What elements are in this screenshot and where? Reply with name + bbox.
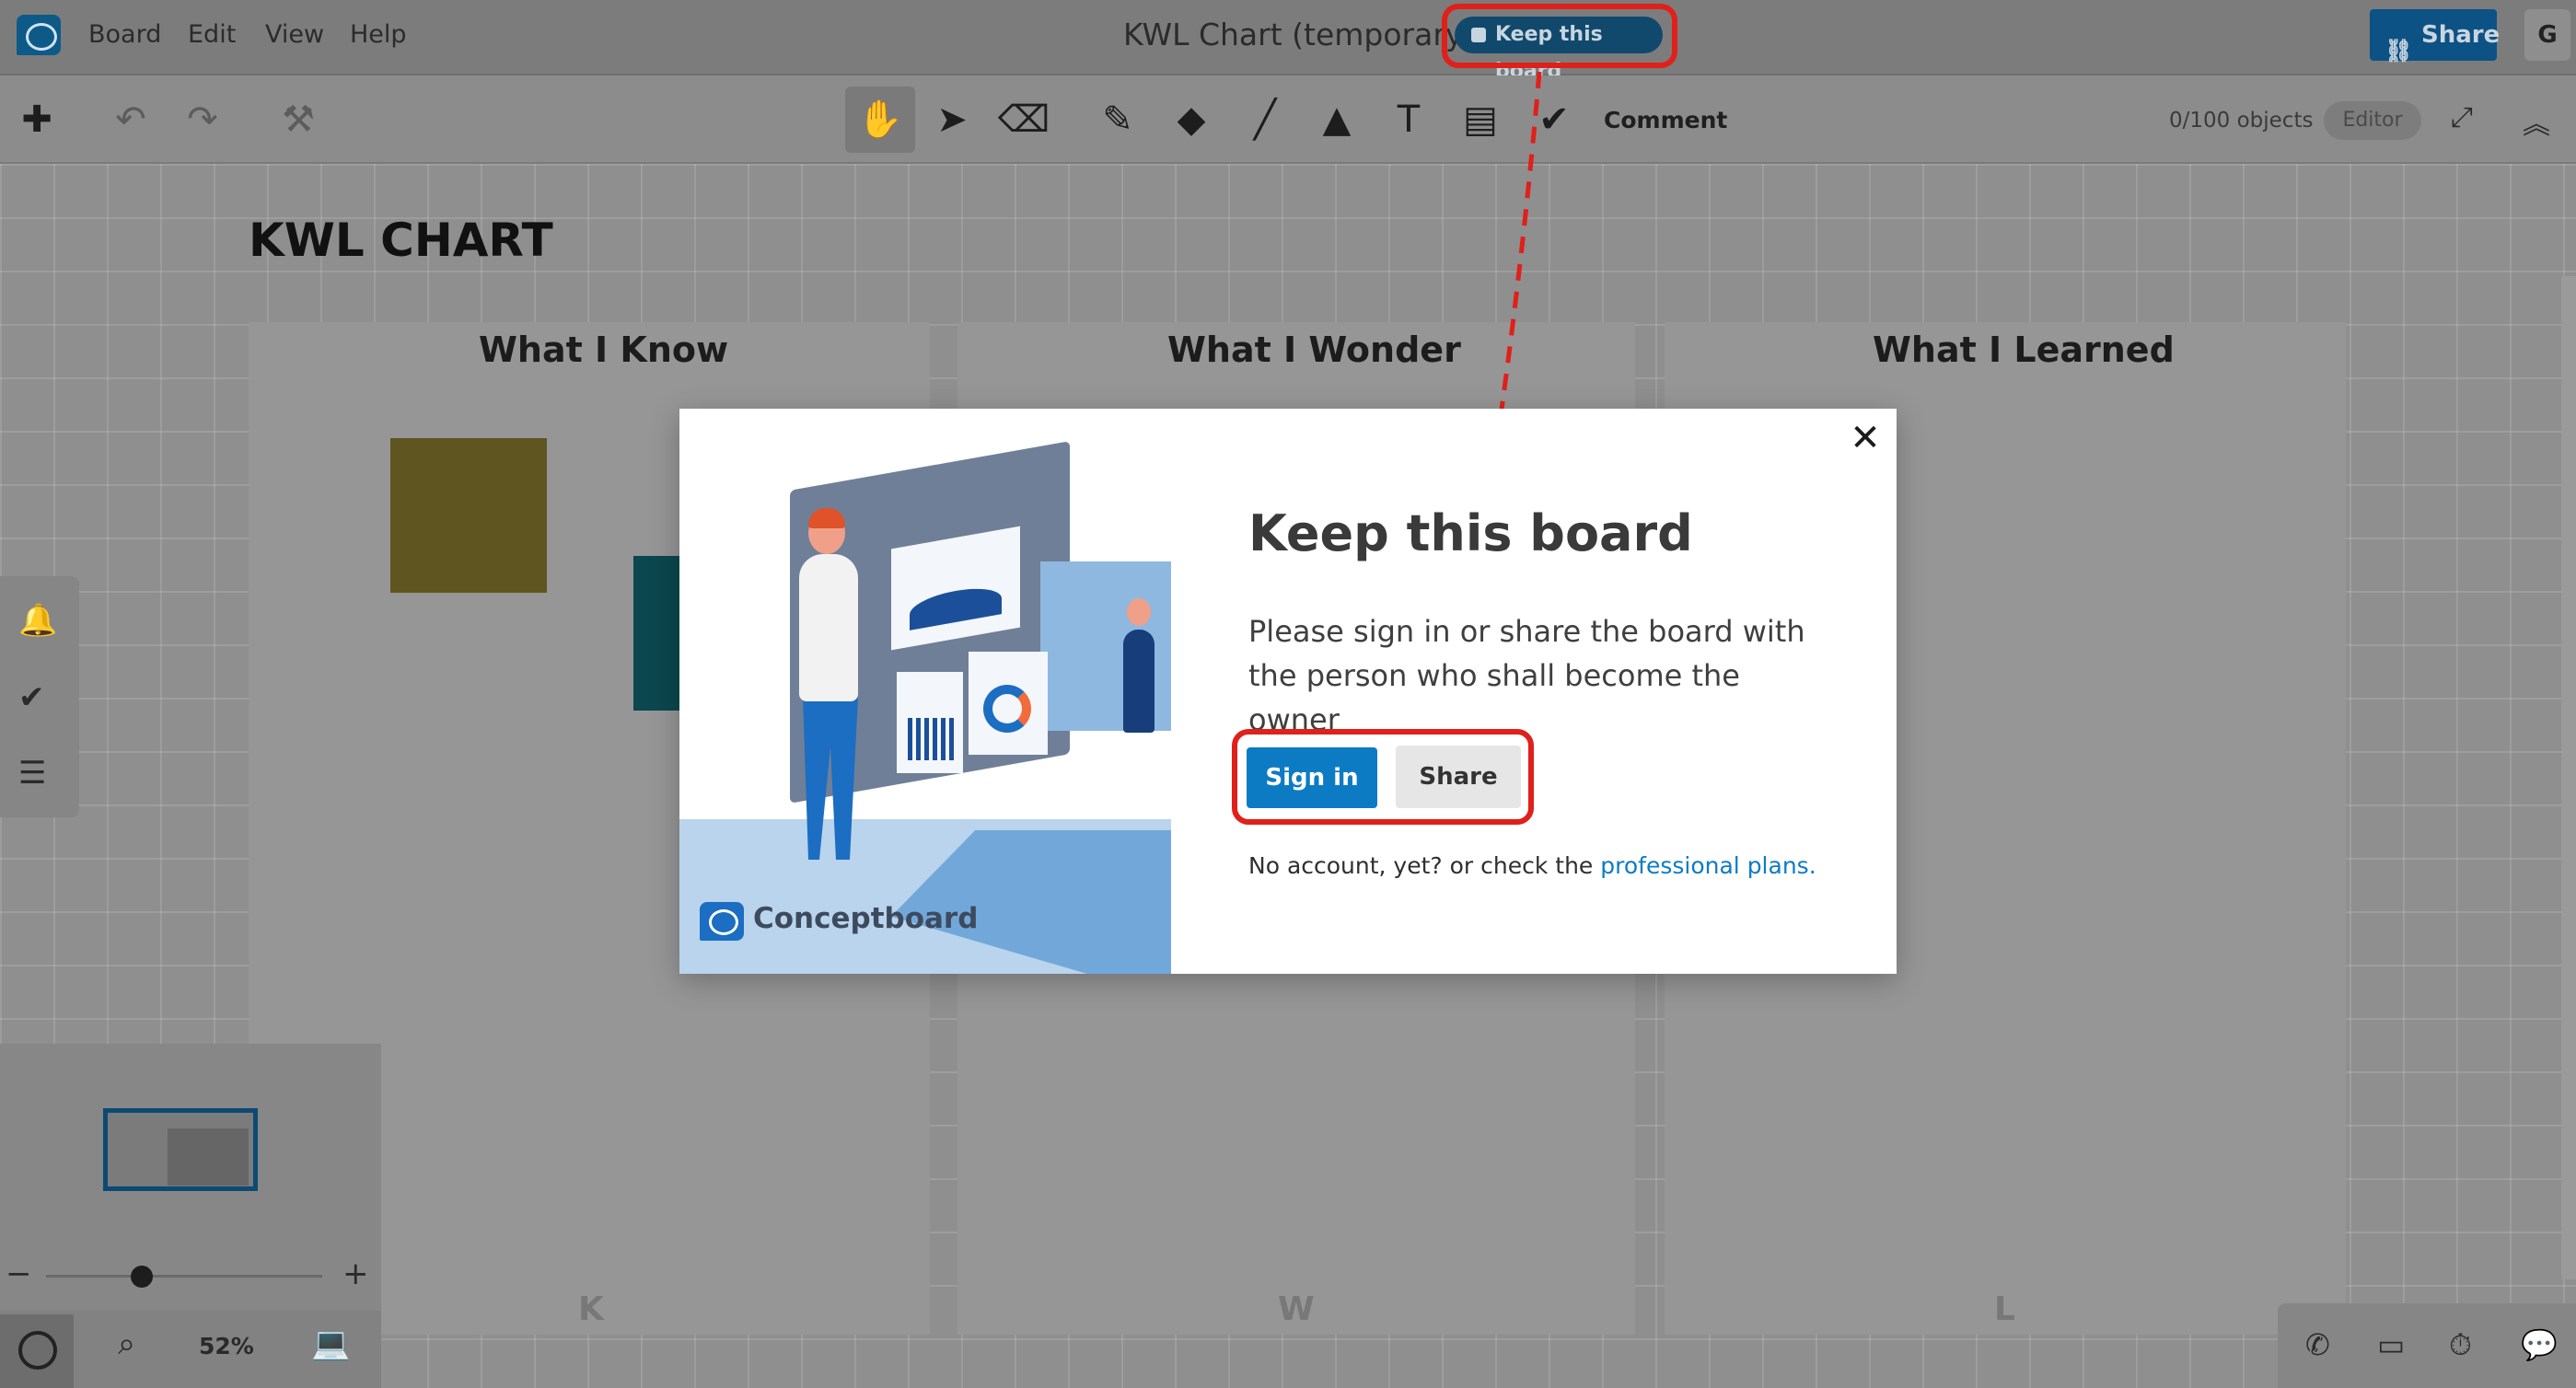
presentation-device-icon[interactable]: 💻 xyxy=(311,1325,350,1362)
zoom-slider-track[interactable] xyxy=(46,1275,322,1278)
format-painter-icon[interactable]: ⚒ xyxy=(263,87,333,153)
zoom-in-small-icon[interactable]: + xyxy=(342,1255,369,1292)
dialog-footer: No account, yet? or check the profession… xyxy=(1248,852,1816,879)
zoom-level[interactable]: 52% xyxy=(199,1333,254,1359)
board-title-text: KWL CHART xyxy=(249,214,553,267)
sticky-note-icon[interactable]: ▤ xyxy=(1445,87,1515,153)
highlighter-icon[interactable]: ◆ xyxy=(1156,87,1226,153)
list-icon[interactable]: ☰ xyxy=(18,755,46,792)
minimap-board-preview xyxy=(168,1128,249,1186)
zoom-out-icon[interactable]: − xyxy=(6,1255,32,1292)
share-label: Share xyxy=(2421,21,2501,49)
highlight-box-keep xyxy=(1442,4,1677,68)
column-footer-w: W xyxy=(1278,1290,1315,1328)
add-icon[interactable]: ✚ xyxy=(2,87,72,153)
redo-icon[interactable]: ↷ xyxy=(168,87,238,153)
illustration-bar-chart xyxy=(908,718,954,760)
professional-plans-link[interactable]: professional plans. xyxy=(1600,852,1816,879)
board-name[interactable]: KWL Chart (temporary) xyxy=(1123,17,1475,52)
pen-icon[interactable]: ✎ xyxy=(1083,87,1153,153)
brand-logo-text: Conceptboard xyxy=(753,902,979,935)
close-icon[interactable]: ✕ xyxy=(1847,420,1884,457)
comment-icon[interactable]: ✔ xyxy=(1519,87,1589,153)
column-heading-wonder: What I Wonder xyxy=(1167,330,1461,370)
chat-icon[interactable]: 💬 xyxy=(2521,1327,2558,1362)
presentation-icon[interactable]: ▭ xyxy=(2377,1327,2405,1362)
dialog-message: Please sign in or share the board with t… xyxy=(1248,614,1805,737)
text-icon[interactable]: T xyxy=(1374,87,1444,153)
footer-text: No account, yet? or check the xyxy=(1248,852,1601,879)
menu-view[interactable]: View xyxy=(265,20,324,49)
link-icon: ⛓ xyxy=(2385,38,2413,64)
phone-icon[interactable]: ✆ xyxy=(2305,1327,2330,1362)
menu-board[interactable]: Board xyxy=(88,20,161,49)
bell-icon[interactable]: 🔔 xyxy=(18,602,57,639)
share-button[interactable]: ⛓ Share xyxy=(2370,9,2501,64)
undo-icon[interactable]: ↶ xyxy=(96,87,166,153)
conceptboard-brand-icon xyxy=(700,902,744,941)
eraser-icon[interactable]: ⌫ xyxy=(989,87,1059,153)
sticky-note-yellow[interactable] xyxy=(390,438,547,593)
dialog-illustration: Conceptboard xyxy=(679,409,1171,974)
illustration-woman xyxy=(1123,630,1155,733)
column-footer-l: L xyxy=(1994,1290,2015,1328)
zoom-slider-thumb[interactable] xyxy=(131,1266,153,1288)
zoom-magnifier-icon[interactable]: ⌕ xyxy=(118,1325,135,1362)
timer-icon[interactable]: ⏱ xyxy=(2449,1327,2472,1363)
column-heading-know: What I Know xyxy=(479,330,729,370)
vertical-scrollbar[interactable] xyxy=(2561,276,2576,1279)
highlight-box-buttons xyxy=(1232,729,1534,825)
hand-icon[interactable]: ✋ xyxy=(845,87,915,153)
illustration-woman-head xyxy=(1127,598,1151,626)
side-panel: 🔔 ✔ ☰ xyxy=(0,576,79,817)
avatar[interactable]: G xyxy=(2524,9,2570,61)
role-badge: Editor xyxy=(2324,101,2421,140)
menu-edit[interactable]: Edit xyxy=(188,20,236,49)
illustration-donut-chart xyxy=(983,685,1031,733)
navigate-button[interactable] xyxy=(0,1314,74,1388)
compass-icon xyxy=(18,1331,57,1370)
collapse-toolbar-icon[interactable]: ︽ xyxy=(2523,101,2550,142)
dialog-title: Keep this board xyxy=(1248,504,1693,562)
menu-bar: Board Edit View Help KWL Chart (temporar… xyxy=(0,0,2576,83)
select-icon[interactable]: ➤ xyxy=(917,87,987,153)
conceptboard-logo-icon[interactable] xyxy=(17,15,61,55)
menu-help[interactable]: Help xyxy=(350,20,407,49)
check-circle-icon[interactable]: ✔ xyxy=(18,679,45,716)
shapes-icon[interactable]: ▲ xyxy=(1302,87,1372,153)
column-heading-learned: What I Learned xyxy=(1873,330,2175,370)
keep-board-dialog: Conceptboard ✕ Keep this board Please si… xyxy=(679,409,1897,974)
column-footer-k: K xyxy=(578,1290,604,1328)
comment-tool-label[interactable]: Comment xyxy=(1604,107,1727,133)
objects-count: 0/100 objects xyxy=(2169,109,2314,133)
illustration-person xyxy=(799,554,858,701)
fullscreen-icon[interactable]: ⤢ xyxy=(2451,101,2473,133)
line-icon[interactable]: ╱ xyxy=(1230,87,1300,153)
